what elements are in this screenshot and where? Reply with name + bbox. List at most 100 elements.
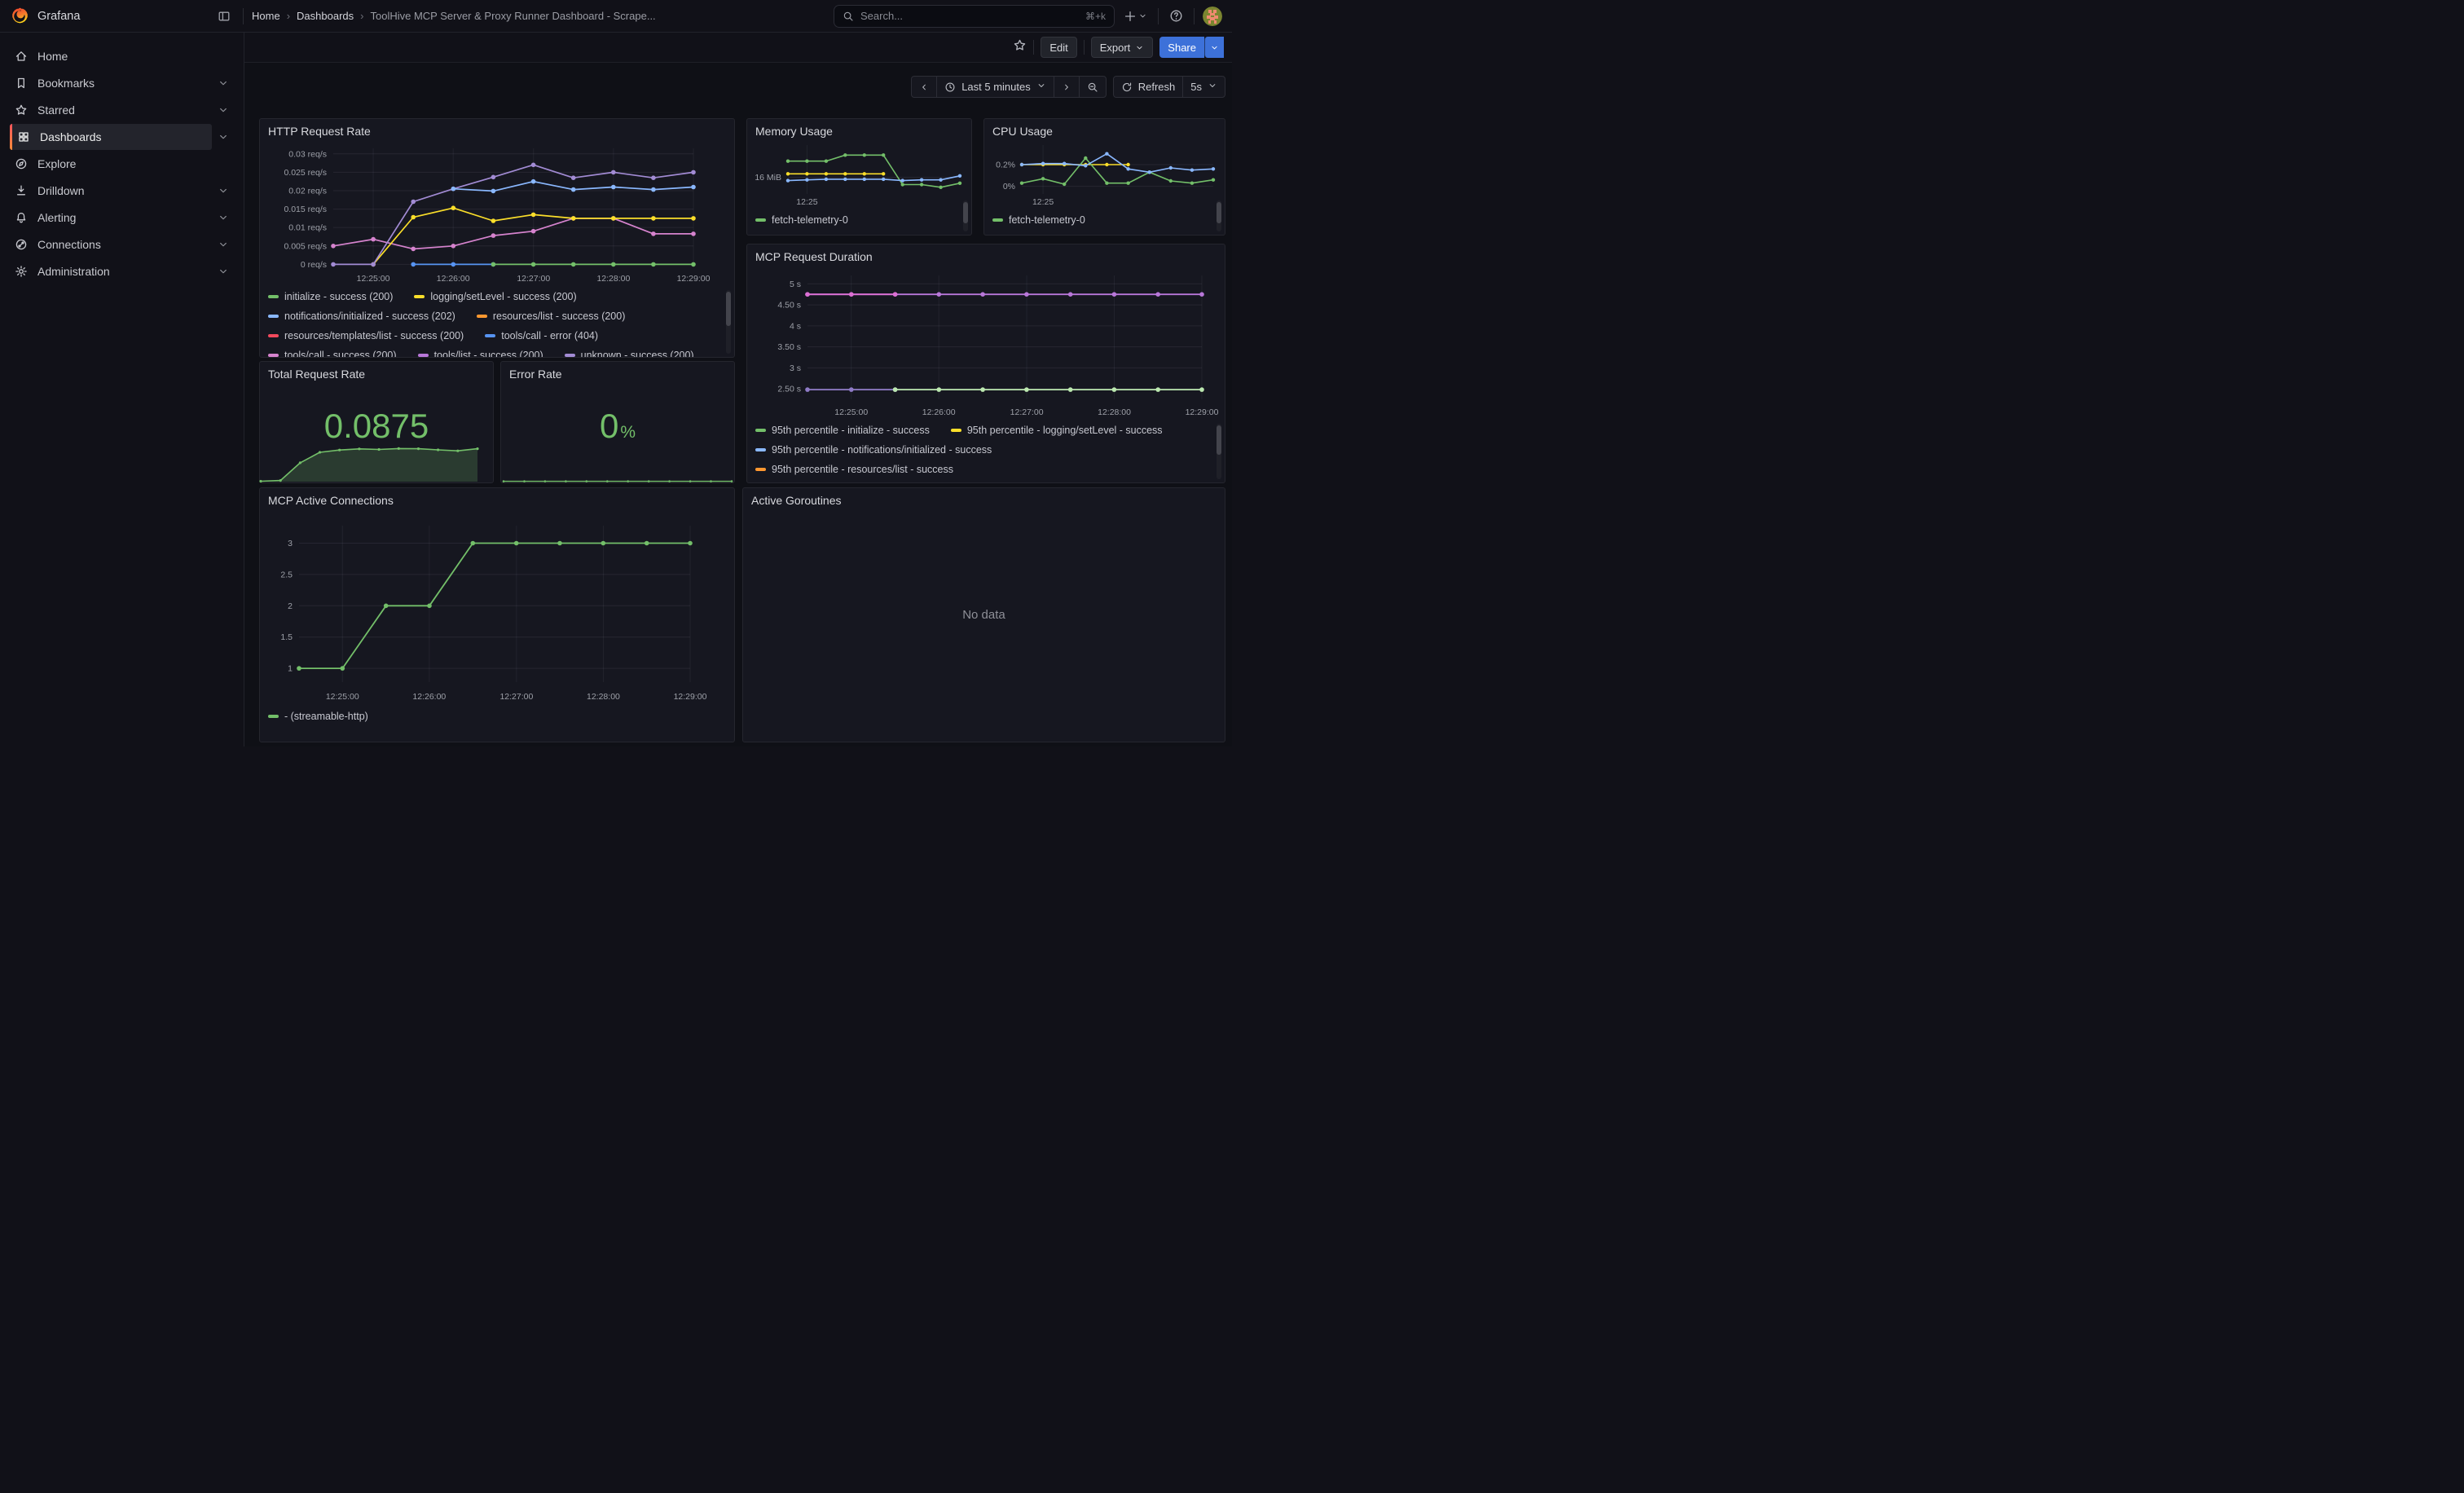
dashboard-canvas: Last 5 minutes Refresh <box>244 63 1232 746</box>
search-input[interactable]: Search... ⌘+k <box>834 5 1115 28</box>
sidebar-item-alerting[interactable]: Alerting <box>10 205 244 231</box>
panel-title[interactable]: MCP Active Connections <box>260 488 734 507</box>
share-dropdown-button[interactable] <box>1204 37 1224 58</box>
dashboard-subheader: Edit Export Share <box>244 33 1232 63</box>
legend-item[interactable]: notifications/initialized - success (202… <box>268 306 455 326</box>
legend-item[interactable]: logging/setLevel - success (200) <box>414 287 576 306</box>
svg-text:12:27:00: 12:27:00 <box>1010 407 1044 417</box>
legend-item[interactable]: - (streamable-http) <box>268 707 368 726</box>
panel-title[interactable]: CPU Usage <box>984 119 1225 138</box>
svg-text:12:26:00: 12:26:00 <box>412 692 446 702</box>
refresh-icon <box>1121 81 1133 93</box>
legend-item[interactable]: tools/list - success (200) <box>418 346 543 357</box>
legend: fetch-telemetry-0 <box>992 210 1210 233</box>
breadcrumb-item[interactable]: Home <box>252 10 280 22</box>
legend-item[interactable]: fetch-telemetry-0 <box>755 210 848 230</box>
legend-scrollbar[interactable] <box>1217 424 1221 479</box>
time-shift-forward-button[interactable] <box>1054 77 1079 97</box>
export-button[interactable]: Export <box>1091 37 1154 58</box>
gear-icon <box>15 265 28 278</box>
panel-mcp-active-connections: MCP Active Connections 12:25:0012:26:001… <box>259 487 735 742</box>
panel-title[interactable]: Memory Usage <box>747 119 971 138</box>
panel-title[interactable]: Error Rate <box>501 362 734 381</box>
drilldown-icon <box>15 184 28 197</box>
legend-scrollbar[interactable] <box>1217 200 1221 231</box>
sidebar-item-drilldown[interactable]: Drilldown <box>10 178 244 204</box>
sidebar-toggle-button[interactable] <box>213 6 235 27</box>
sidebar-item-highlight: Bookmarks <box>10 70 212 96</box>
legend-item[interactable]: 95th percentile - logging/setLevel - suc… <box>951 421 1163 440</box>
chevron-down-icon[interactable] <box>212 212 235 223</box>
star-icon <box>1013 38 1027 52</box>
svg-text:0%: 0% <box>1003 182 1015 192</box>
legend-item[interactable]: tools/call - error (404) <box>485 326 598 346</box>
time-shift-back-button[interactable] <box>912 77 936 97</box>
legend-item[interactable]: 95th percentile - resources/templates/li… <box>755 479 1001 482</box>
legend-swatch <box>414 295 425 298</box>
sidebar-item-administration[interactable]: Administration <box>10 258 244 284</box>
total-request-rate-sparkline[interactable] <box>261 431 477 482</box>
apps-icon <box>17 130 30 143</box>
share-button[interactable]: Share <box>1159 37 1204 58</box>
cpu-usage-chart[interactable]: 12:250.2%0% <box>988 139 1223 209</box>
sidebar-item-home[interactable]: Home <box>10 43 244 69</box>
svg-text:3.50 s: 3.50 s <box>777 342 801 352</box>
sidebar-item-bookmarks[interactable]: Bookmarks <box>10 70 244 96</box>
chevron-down-icon[interactable] <box>212 185 235 196</box>
memory-usage-chart[interactable]: 12:2516 MiB <box>750 139 970 209</box>
sidebar-item-label: Dashboards <box>40 130 102 143</box>
legend-scrollbar[interactable] <box>963 200 968 231</box>
help-button[interactable] <box>1167 6 1186 27</box>
legend-item[interactable]: resources/templates/list - success (200) <box>268 326 464 346</box>
legend-swatch <box>268 715 279 718</box>
legend-item[interactable]: fetch-telemetry-0 <box>992 210 1085 230</box>
user-avatar[interactable] <box>1203 7 1222 26</box>
time-range-picker[interactable]: Last 5 minutes <box>936 77 1054 97</box>
svg-text:12:26:00: 12:26:00 <box>437 274 470 284</box>
chevron-down-icon[interactable] <box>212 239 235 250</box>
panel-title[interactable]: HTTP Request Rate <box>260 119 734 138</box>
edit-button[interactable]: Edit <box>1041 37 1076 58</box>
legend-item[interactable]: 95th percentile - notifications/initiali… <box>755 440 992 460</box>
panel-title[interactable]: Total Request Rate <box>260 362 493 381</box>
svg-text:12:28:00: 12:28:00 <box>587 692 620 702</box>
sidebar-item-dashboards[interactable]: Dashboards <box>10 124 244 150</box>
sidebar-item-highlight: Explore <box>10 151 212 177</box>
sidebar-item-label: Alerting <box>37 211 76 224</box>
breadcrumb-separator: › <box>360 10 363 22</box>
legend-item[interactable]: initialize - success (200) <box>268 287 393 306</box>
legend: initialize - success (200) logging/setLev… <box>268 287 721 357</box>
svg-text:0.03 req/s: 0.03 req/s <box>288 149 327 159</box>
chevron-down-icon[interactable] <box>212 266 235 277</box>
mcp-active-connections-chart[interactable]: 12:25:0012:26:0012:27:0012:28:0012:29:00… <box>263 513 733 703</box>
legend-swatch <box>268 334 279 337</box>
clock-icon <box>944 81 956 93</box>
panel-http-request-rate: HTTP Request Rate 12:25:0012:26:0012:27:… <box>259 118 735 358</box>
refresh-interval-dropdown[interactable]: 5s <box>1182 77 1225 97</box>
sidebar-item-starred[interactable]: Starred <box>10 97 244 123</box>
plus-icon <box>1124 10 1137 23</box>
zoom-out-button[interactable] <box>1079 77 1106 97</box>
error-rate-sparkline[interactable] <box>502 470 733 482</box>
chevron-down-icon[interactable] <box>212 104 235 116</box>
http-request-rate-chart[interactable]: 12:25:0012:26:0012:27:0012:28:0012:29:00… <box>263 142 733 285</box>
panel-title[interactable]: MCP Request Duration <box>747 244 1225 263</box>
mcp-request-duration-chart[interactable]: 12:25:0012:26:0012:27:0012:28:0012:29:00… <box>750 266 1223 419</box>
refresh-button[interactable]: Refresh <box>1114 77 1183 97</box>
topbar-divider <box>243 8 244 24</box>
sidebar-item-highlight: Connections <box>10 231 212 258</box>
sidebar-item-connections[interactable]: Connections <box>10 231 244 258</box>
panel-error-rate: Error Rate 0 % <box>500 361 735 483</box>
legend-item[interactable]: 95th percentile - initialize - success <box>755 421 930 440</box>
legend-scrollbar[interactable] <box>726 290 731 354</box>
legend-item[interactable]: tools/call - success (200) <box>268 346 397 357</box>
legend-item[interactable]: 95th percentile - resources/list - succe… <box>755 460 953 479</box>
chevron-down-icon[interactable] <box>212 131 235 143</box>
chevron-down-icon[interactable] <box>212 77 235 89</box>
add-new-button[interactable] <box>1121 6 1150 27</box>
legend-item[interactable]: resources/list - success (200) <box>477 306 626 326</box>
favorite-star-button[interactable] <box>1013 38 1027 56</box>
breadcrumb-item[interactable]: Dashboards <box>297 10 354 22</box>
legend-item[interactable]: unknown - success (200) <box>565 346 694 357</box>
sidebar-item-explore[interactable]: Explore <box>10 151 244 177</box>
